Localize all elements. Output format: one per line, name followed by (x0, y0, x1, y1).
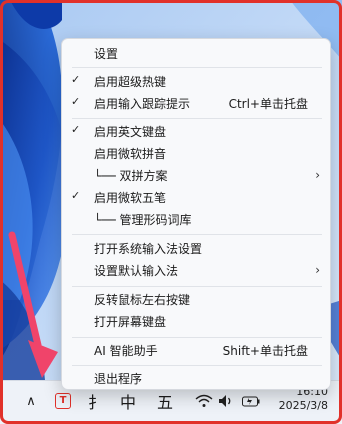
pointer-arrow-annotation (8, 231, 58, 378)
